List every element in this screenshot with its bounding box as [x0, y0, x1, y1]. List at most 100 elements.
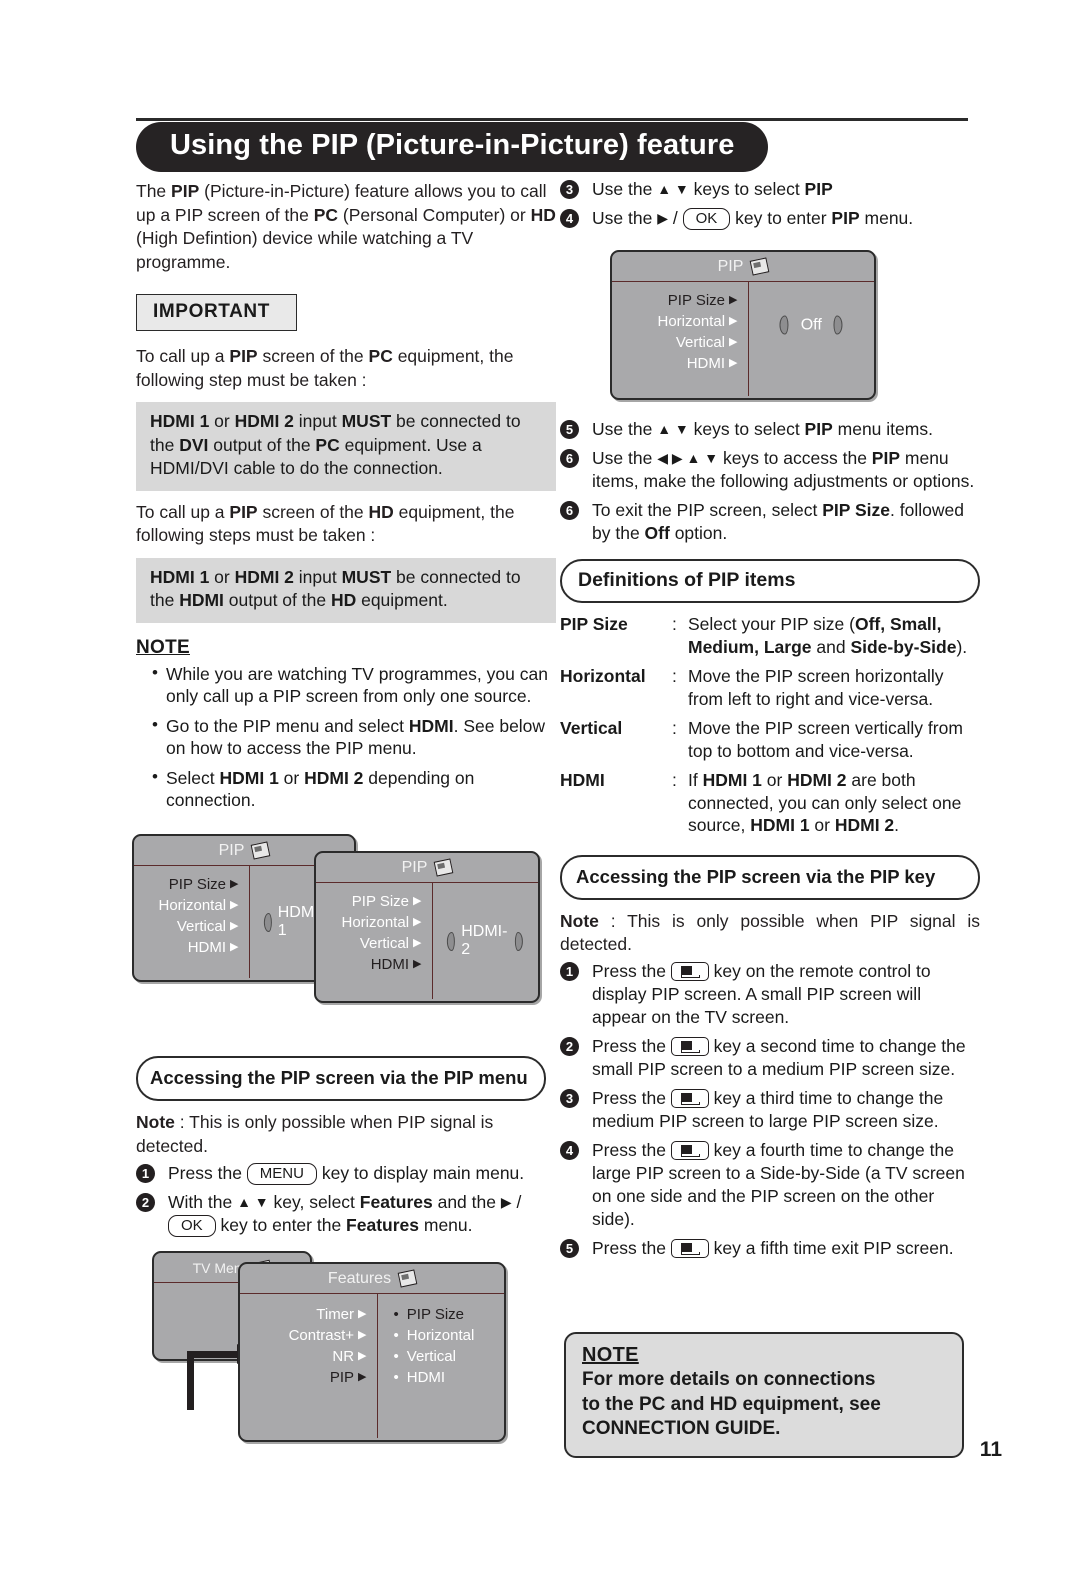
pip-key-icon[interactable]	[670, 1088, 709, 1108]
text-run: Use the	[592, 448, 658, 468]
osd-menu-item-label: Horizontal	[657, 313, 726, 330]
definition-colon: :	[672, 770, 677, 790]
pip-key-icon[interactable]	[670, 1238, 709, 1258]
pip-key-steps: 1 Press the key on the remote control to …	[560, 960, 980, 1260]
text-run: Move the PIP screen horizontally from le…	[688, 666, 944, 709]
osd-menu-item[interactable]: PIP Size ▶	[134, 874, 239, 895]
osd-menu-item-label: PIP Size	[351, 893, 410, 910]
osd-title-bar: PIP	[316, 853, 538, 883]
osd-menu-item[interactable]: HDMI ▶	[134, 937, 239, 958]
osd-menu-item[interactable]: HDMI ▶	[316, 954, 422, 975]
text-run: menu.	[419, 1215, 473, 1235]
text-run: Select	[166, 767, 220, 788]
osd-value-pane: HDMI-2	[433, 883, 539, 999]
osd-menu-item[interactable]: Vertical ▶	[612, 332, 738, 353]
pip-key-icon[interactable]	[670, 1036, 709, 1056]
key-ok-button[interactable]: OK	[682, 208, 731, 230]
note-heading-left: NOTE	[136, 636, 190, 658]
text-run: PC	[315, 434, 340, 455]
text-run: PC	[313, 204, 339, 225]
osd-menu-item-label: Horizontal	[158, 897, 227, 914]
pip-key-icon[interactable]	[670, 1140, 709, 1160]
manual-page: Using the PIP (Picture-in-Picture) featu…	[0, 0, 1080, 1574]
osd-menu-item[interactable]: Vertical ▶	[134, 916, 239, 937]
pip-key-icon[interactable]	[670, 961, 709, 981]
text-run: HDMI 1	[702, 770, 762, 790]
chevron-right-icon: ▶	[230, 878, 239, 890]
definition-description: Move the PIP screen horizontally from le…	[688, 665, 980, 710]
text-run: Press the	[592, 1087, 671, 1108]
text-run: To call up a	[136, 501, 230, 522]
osd-sub-menu-item[interactable]: Vertical	[394, 1346, 505, 1367]
text-run: keys to select	[688, 179, 805, 199]
text-run: Select your PIP size (	[688, 614, 855, 634]
osd-menu-item[interactable]: PIP ▶	[240, 1367, 367, 1388]
key-ok-button[interactable]: OK	[168, 1215, 216, 1237]
intro-paragraph: The PIP (Picture-in-Picture) feature all…	[136, 180, 556, 274]
osd-menu-item-label: Vertical	[675, 334, 726, 351]
arrow-base	[187, 1351, 239, 1358]
text-run: option.	[669, 523, 728, 543]
text-run: HDMI 2	[787, 770, 847, 790]
definition-term: HDMI	[560, 770, 605, 790]
definition-term: Vertical	[560, 718, 623, 738]
text-run: Press the	[592, 1237, 671, 1258]
text-run: or	[761, 770, 788, 790]
text-run: ).	[956, 636, 968, 657]
osd-sub-menu-item[interactable]: HDMI	[394, 1367, 505, 1388]
key-menu-button[interactable]: MENU	[246, 1163, 317, 1185]
osd-sub-menu-item[interactable]: PIP Size	[394, 1304, 505, 1325]
chevron-right-icon: ▶	[729, 294, 738, 306]
text-run: HDMI	[179, 590, 224, 610]
osd-menu-item[interactable]: HDMI ▶	[612, 353, 738, 374]
text-run: HDMI 1	[150, 411, 210, 431]
tv-menu-icon	[750, 257, 770, 276]
definition-description: Select your PIP size (Off, Small, Medium…	[688, 613, 980, 658]
right-column: 3 Use the ▲ ▼ keys to select PIP 4 Use the …	[560, 178, 980, 236]
osd-pip-hdmi2: PIP PIP Size ▶ Horizontal ▶ Vertical ▶ HDMI ▶ H…	[314, 851, 540, 1003]
text-run: To call up a	[136, 346, 230, 366]
text-run: keys to select	[688, 419, 805, 439]
value-cluster: HDMI-2	[447, 923, 524, 959]
osd-menu-item[interactable]: Horizontal ▶	[134, 895, 239, 916]
osd-menu-item-label: HDMI	[686, 355, 726, 372]
text-run: MUST	[341, 411, 392, 431]
osd-menu-item[interactable]: PIP Size ▶	[612, 290, 738, 311]
pip-menu-steps: 1 Press the MENU key to display main menu…	[136, 1162, 546, 1237]
text-run: Move the PIP screen vertically from top …	[688, 718, 963, 761]
text-run: HDMI 2	[234, 566, 294, 587]
text-run: screen of the	[257, 346, 369, 366]
osd-menu-item[interactable]: Horizontal ▶	[316, 912, 422, 933]
text-run: (High Defintion) device while watching a…	[136, 228, 474, 272]
step-number-badge: 2	[136, 1193, 155, 1212]
section-heading-pip-key: Accessing the PIP screen via the PIP key	[560, 854, 980, 900]
osd-menu-item[interactable]: Horizontal ▶	[612, 311, 738, 332]
osd-menu-item[interactable]: NR ▶	[240, 1346, 366, 1367]
numbered-step: 5 Press the key a fifth time exit PIP scr…	[560, 1237, 980, 1260]
right-mid-block: 5 Use the ▲ ▼ keys to select PIP menu ite…	[560, 418, 980, 1266]
text-run: key, select	[268, 1192, 360, 1212]
osd-value: Off	[800, 316, 822, 334]
osd-menu-item-label: HDMI	[187, 939, 227, 956]
chevron-right-icon: ▶	[413, 895, 422, 907]
chevron-right-icon: ▶	[729, 357, 738, 369]
osd-menu-item[interactable]: Vertical ▶	[316, 933, 422, 954]
osd-menu-item[interactable]: Timer ▶	[240, 1304, 366, 1325]
note-bullet-list: While you are watching TV programmes, yo…	[136, 662, 556, 811]
osd-menu-item-label: NR	[332, 1348, 355, 1365]
definition-row: PIP Size: Select your PIP size (Off, Smal…	[560, 613, 980, 658]
osd-sub-menu-item[interactable]: Horizontal	[394, 1325, 505, 1346]
page-header: Using the PIP (Picture-in-Picture) featu…	[136, 118, 968, 174]
text-run: HD	[368, 501, 394, 522]
osd-menu-item[interactable]: PIP Size ▶	[316, 891, 422, 912]
text-run: HD	[530, 204, 556, 225]
text-run: key to display main menu.	[316, 1163, 525, 1183]
numbered-step: 6 Use the ◀ ▶ ▲ ▼ keys to access the PIP …	[560, 447, 980, 493]
osd-menu-item[interactable]: Contrast+ ▶	[240, 1325, 367, 1346]
osd-menu-item-label: Vertical	[359, 935, 410, 952]
text-run: input	[293, 566, 342, 587]
osd-menu-item-label: PIP	[329, 1369, 355, 1386]
osd-menu-item-label: Horizontal	[341, 914, 410, 931]
definitions-table: PIP Size: Select your PIP size (Off, Smal…	[560, 613, 980, 837]
step-number-badge: 4	[560, 1140, 579, 1160]
